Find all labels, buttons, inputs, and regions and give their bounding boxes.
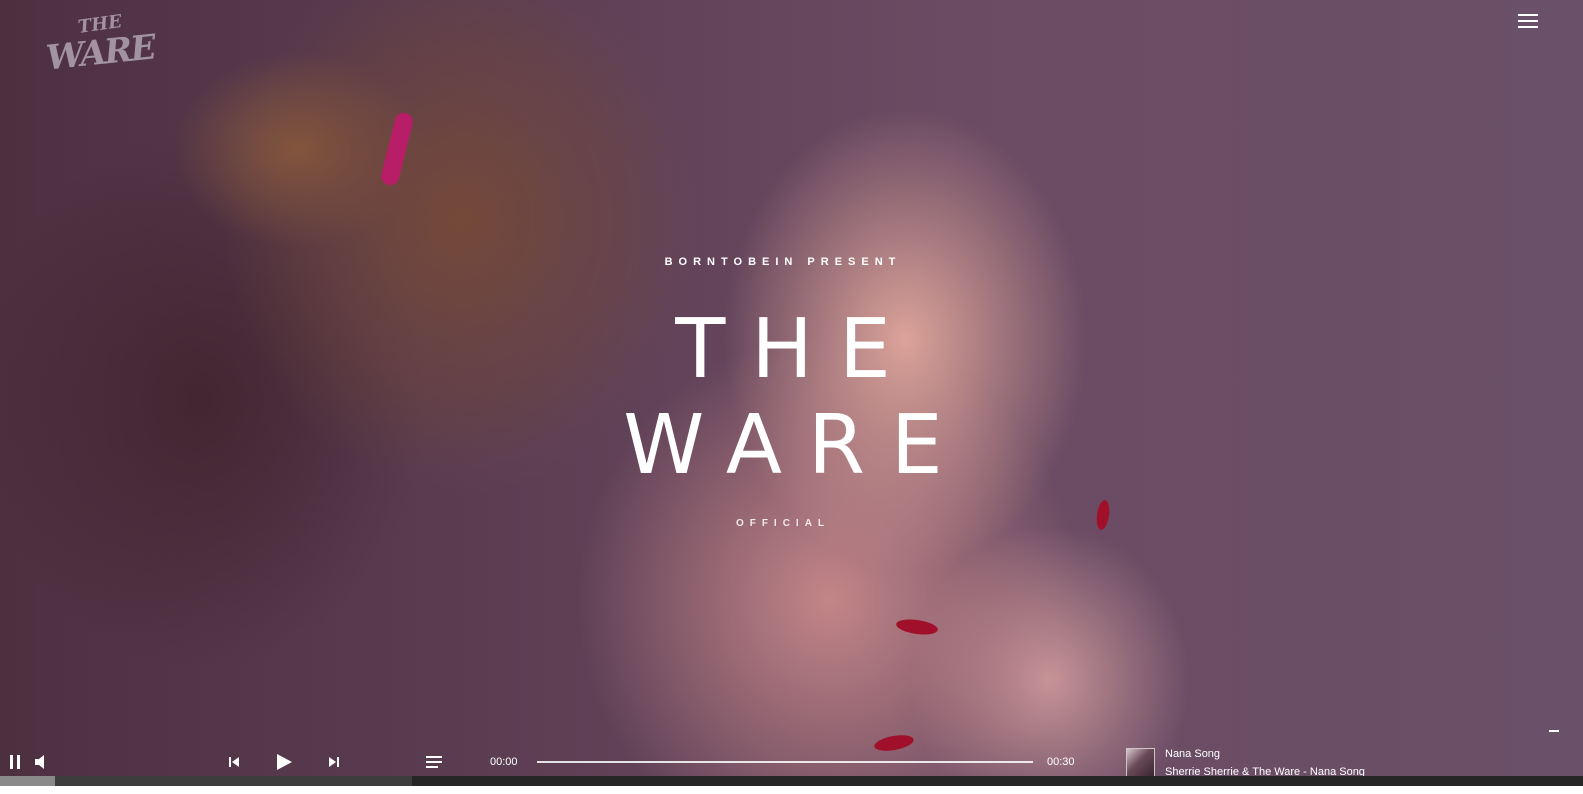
previous-track-glyph [229, 757, 239, 767]
site-logo[interactable]: THE WARE [44, 11, 156, 90]
player-minimize-button[interactable] [1549, 730, 1559, 732]
playlist-glyph [426, 756, 442, 768]
playback-progress-strip[interactable] [0, 776, 1583, 794]
volume-level-fill [0, 776, 55, 786]
play-glyph [277, 754, 292, 770]
next-track-glyph [329, 757, 339, 767]
page: THE WARE BORNTOBEIN PRESENT THE WARE OFF… [0, 0, 1583, 794]
menu-line [1518, 14, 1538, 16]
current-time: 00:00 [490, 756, 518, 768]
nail-detail [895, 617, 939, 637]
logo-text-bottom: WARE [44, 27, 157, 79]
buffer-fill [0, 776, 412, 786]
menu-line [1518, 20, 1538, 22]
total-time: 00:30 [1047, 756, 1075, 768]
audio-player: 00:00 00:30 Nana Song Sherrie Sherrie & … [0, 730, 1583, 778]
playlist-icon[interactable] [424, 754, 444, 770]
track-title: Nana Song [1165, 748, 1221, 760]
hair-tie-detail [379, 110, 415, 188]
volume-icon[interactable] [34, 754, 48, 770]
hero-presents-text: BORNTOBEIN PRESENT [664, 256, 902, 268]
previous-track-icon[interactable] [226, 754, 242, 770]
hero-background-image [0, 0, 1583, 794]
pause-bar [10, 755, 13, 769]
hero-subtitle: OFFICIAL [735, 518, 831, 529]
menu-line [1518, 26, 1538, 28]
hero-title-line1: THE [675, 302, 917, 397]
pause-bar [17, 755, 20, 769]
seek-bar[interactable] [537, 761, 1033, 763]
play-icon[interactable] [274, 752, 294, 772]
hero-title-line2: WARE [623, 398, 969, 493]
next-track-icon[interactable] [326, 754, 342, 770]
album-cover-thumbnail [1126, 748, 1155, 777]
volume-icon-glyph [35, 755, 44, 769]
pause-icon[interactable] [8, 754, 22, 770]
page-bottom-strip [0, 786, 1583, 794]
hamburger-menu-icon[interactable] [1518, 14, 1538, 30]
